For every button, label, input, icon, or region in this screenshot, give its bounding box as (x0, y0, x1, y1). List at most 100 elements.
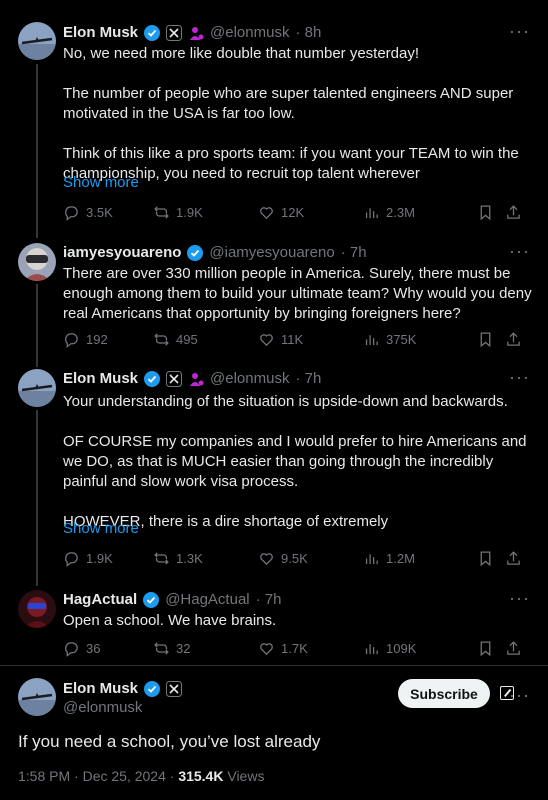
reply-icon (65, 206, 78, 221)
repost-icon (154, 552, 169, 565)
post-footer: 1:58 PM · Dec 25, 2024 · 315.4K Views (18, 768, 264, 784)
post-iamyesyouareno[interactable]: iamyesyouareno @iamyesyouareno · 7h ··· … (0, 238, 548, 367)
more-options-icon[interactable]: ··· (509, 242, 530, 260)
views-icon (365, 554, 378, 565)
handle[interactable]: @iamyesyouareno (209, 244, 334, 261)
verified-badge-icon (143, 591, 160, 608)
like-icon (260, 334, 273, 347)
display-name[interactable]: Elon Musk (63, 24, 138, 41)
timestamp[interactable]: · 7h (256, 591, 282, 608)
views-button[interactable]: 1.2M (363, 550, 477, 567)
reply-button[interactable]: 3.5K (63, 204, 153, 221)
post-hagactual[interactable]: HagActual @HagActual · 7h ··· Open a sch… (0, 586, 548, 664)
post-date[interactable]: 1:58 PM · Dec 25, 2024 · (18, 768, 174, 784)
bookmark-button[interactable] (477, 550, 505, 567)
display-name[interactable]: iamyesyouareno (63, 244, 181, 261)
verified-badge-icon (144, 24, 161, 41)
avatar[interactable] (18, 369, 56, 407)
like-icon (260, 643, 273, 656)
action-bar: 1.9K 1.3K 9.5K 1.2M (63, 550, 533, 567)
share-button[interactable] (505, 640, 527, 657)
handle[interactable]: @HagActual (165, 591, 249, 608)
avatar[interactable] (18, 22, 56, 60)
handle[interactable]: @elonmusk (63, 699, 142, 716)
subscribe-button[interactable]: Subscribe (398, 679, 490, 708)
view-count: 1.2M (386, 551, 415, 566)
more-options-icon[interactable]: ··· (509, 22, 530, 40)
repost-button[interactable]: 32 (153, 640, 258, 657)
more-options-icon[interactable]: ··· (509, 368, 530, 386)
post-elon-1[interactable]: Elon Musk @elonmusk · 8h ··· No, we need… (0, 0, 548, 238)
reply-count: 36 (86, 641, 101, 656)
reply-button[interactable]: 192 (63, 331, 153, 348)
like-button[interactable]: 1.7K (258, 640, 363, 657)
reply-icon (65, 642, 78, 657)
x-affiliate-icon (166, 370, 183, 387)
show-more-link[interactable]: Show more (63, 174, 139, 191)
like-count: 1.7K (281, 641, 308, 656)
reply-button[interactable]: 1.9K (63, 550, 153, 567)
thread-connector (36, 64, 38, 238)
views-button[interactable]: 375K (363, 331, 477, 348)
share-button[interactable] (505, 204, 527, 221)
bookmark-icon (480, 641, 491, 657)
view-count: 375K (386, 332, 417, 347)
grok-icon[interactable] (500, 686, 514, 700)
views-button[interactable]: 2.3M (363, 204, 477, 221)
share-icon (507, 205, 520, 219)
like-button[interactable]: 9.5K (258, 550, 363, 567)
views-count: 315.4K (178, 768, 224, 784)
repost-button[interactable]: 495 (153, 331, 258, 348)
action-bar: 192 495 11K 375K (63, 331, 533, 348)
repost-icon (154, 642, 169, 655)
timestamp[interactable]: · 7h (341, 244, 367, 261)
main-post-text: If you need a school, you’ve lost alread… (18, 732, 321, 751)
display-name[interactable]: Elon Musk (63, 370, 138, 387)
timestamp[interactable]: · 8h (295, 24, 321, 41)
show-more-link[interactable]: Show more (63, 520, 139, 537)
repost-count: 32 (176, 641, 191, 656)
affiliate-person-icon (188, 371, 204, 387)
repost-icon (154, 206, 169, 219)
more-options-icon[interactable]: ··· (509, 589, 530, 607)
handle[interactable]: @elonmusk (210, 370, 289, 387)
avatar[interactable] (18, 243, 56, 281)
action-bar: 36 32 1.7K 109K (63, 640, 533, 657)
post-header: HagActual @HagActual · 7h (63, 591, 281, 608)
affiliate-person-icon (188, 25, 204, 41)
avatar[interactable] (18, 678, 56, 716)
view-count: 2.3M (386, 205, 415, 220)
bookmark-button[interactable] (477, 331, 505, 348)
conversation-thread: Elon Musk @elonmusk · 8h ··· No, we need… (0, 0, 548, 800)
like-button[interactable]: 12K (258, 204, 363, 221)
repost-button[interactable]: 1.3K (153, 550, 258, 567)
main-post-header: Elon Musk (63, 680, 183, 697)
share-button[interactable] (505, 550, 527, 567)
display-name[interactable]: Elon Musk (63, 680, 138, 697)
repost-icon (154, 333, 169, 346)
views-icon (365, 335, 378, 346)
share-button[interactable] (505, 331, 527, 348)
reply-button[interactable]: 36 (63, 640, 153, 657)
timestamp[interactable]: · 7h (295, 370, 321, 387)
display-name[interactable]: HagActual (63, 591, 137, 608)
post-text: Your understanding of the situation is u… (63, 393, 527, 530)
verified-badge-icon (187, 244, 204, 261)
handle[interactable]: @elonmusk (210, 24, 289, 41)
post-elon-2[interactable]: Elon Musk @elonmusk · 7h ··· Your unders… (0, 364, 548, 586)
bookmark-icon (480, 332, 491, 348)
post-text: There are over 330 million people in Ame… (63, 265, 532, 322)
bookmark-icon (480, 205, 491, 221)
like-count: 12K (281, 205, 305, 220)
post-header: iamyesyouareno @iamyesyouareno · 7h (63, 244, 367, 261)
share-icon (507, 551, 520, 565)
views-button[interactable]: 109K (363, 640, 477, 657)
post-header: Elon Musk @elonmusk · 8h (63, 24, 321, 41)
bookmark-button[interactable] (477, 204, 505, 221)
like-icon (260, 207, 273, 220)
repost-button[interactable]: 1.9K (153, 204, 258, 221)
bookmark-button[interactable] (477, 640, 505, 657)
thread-connector (36, 284, 38, 367)
avatar[interactable] (18, 590, 56, 628)
like-button[interactable]: 11K (258, 331, 363, 348)
